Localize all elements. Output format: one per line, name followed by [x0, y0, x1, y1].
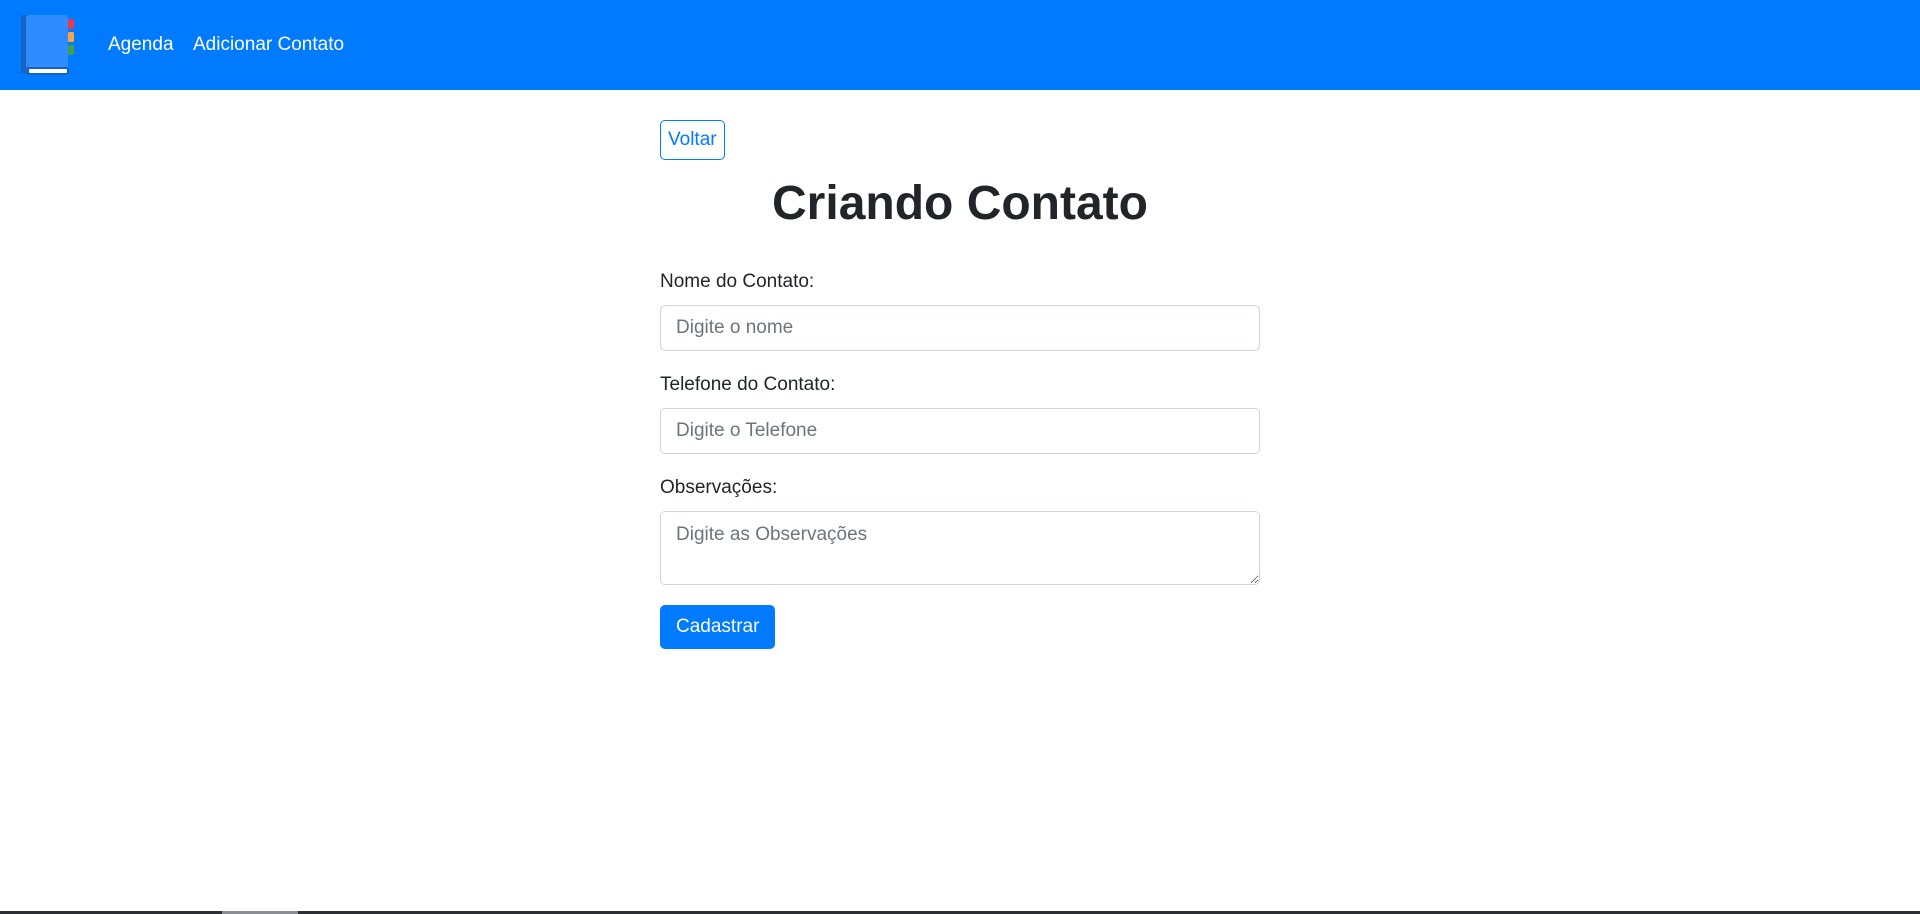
phone-input[interactable] — [660, 408, 1260, 454]
observations-textarea[interactable] — [660, 511, 1260, 585]
name-label: Nome do Contato: — [660, 271, 815, 292]
navbar: Agenda Adicionar Contato — [0, 0, 1920, 90]
back-button[interactable]: Voltar — [660, 120, 725, 160]
address-book-icon[interactable] — [20, 13, 78, 77]
page-title: Criando Contato — [772, 177, 1148, 230]
nav-link-agenda[interactable]: Agenda — [108, 30, 174, 60]
submit-button[interactable]: Cadastrar — [660, 605, 776, 649]
nav-link-add-contact[interactable]: Adicionar Contato — [193, 30, 344, 60]
phone-label: Telefone do Contato: — [660, 374, 836, 395]
observations-label: Observações: — [660, 477, 778, 498]
name-input[interactable] — [660, 305, 1260, 351]
